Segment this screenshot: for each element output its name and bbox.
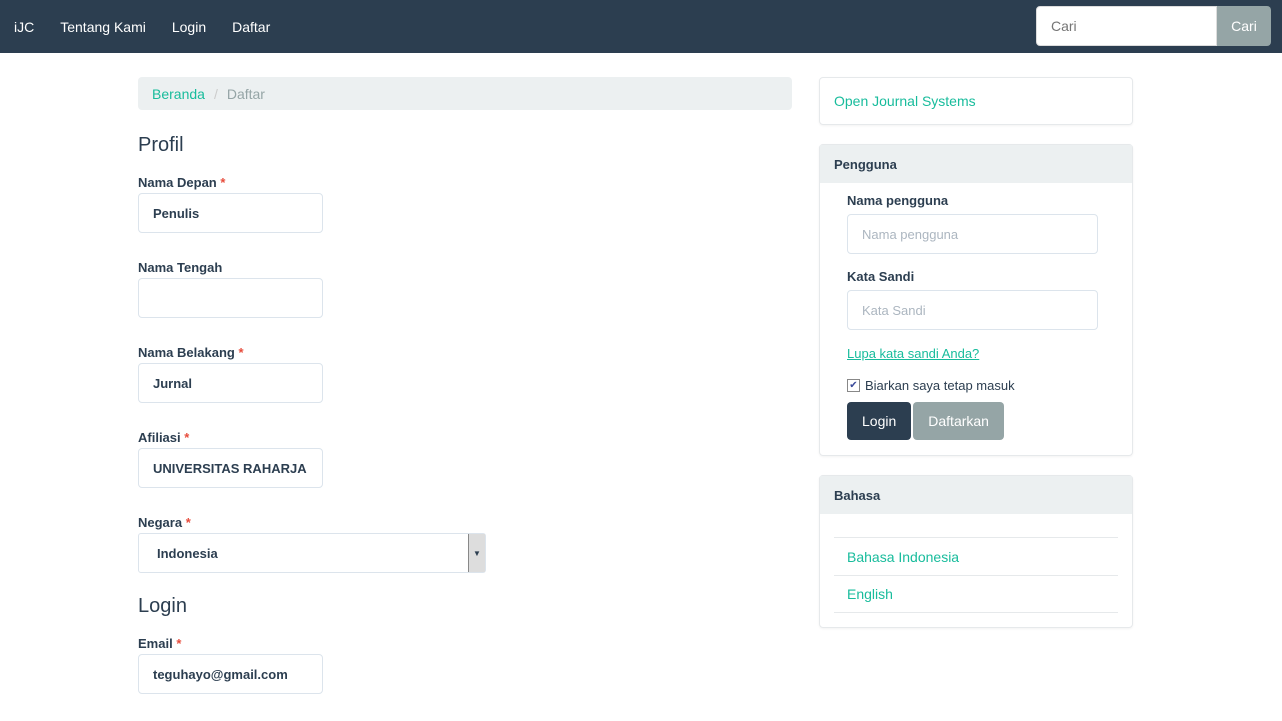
last-name-label: Nama Belakang * bbox=[138, 345, 244, 360]
middle-name-label: Nama Tengah bbox=[138, 260, 223, 275]
register-button[interactable]: Daftarkan bbox=[913, 402, 1004, 440]
affiliation-label: Afiliasi * bbox=[138, 430, 190, 445]
profile-heading: Profil bbox=[138, 134, 184, 156]
search-input[interactable] bbox=[1036, 6, 1217, 46]
breadcrumb: Beranda / Daftar bbox=[138, 77, 792, 110]
password-input[interactable]: Kata Sandi bbox=[847, 290, 1098, 330]
chevron-down-icon[interactable]: ▼ bbox=[468, 534, 485, 572]
search-form: Cari bbox=[1036, 6, 1271, 46]
remember-checkbox[interactable]: ✔ bbox=[847, 379, 860, 392]
email-input[interactable]: teguhayo@gmail.com bbox=[138, 654, 323, 694]
password-label: Kata Sandi bbox=[847, 269, 915, 284]
country-label: Negara * bbox=[138, 515, 191, 530]
brand-link[interactable]: iJC bbox=[14, 19, 34, 35]
language-indonesian[interactable]: Bahasa Indonesia bbox=[847, 549, 959, 565]
language-english[interactable]: English bbox=[847, 586, 893, 602]
main-content: Beranda / Daftar Profil Nama Depan * Penul… bbox=[138, 77, 792, 721]
middle-name-input[interactable] bbox=[138, 278, 323, 318]
top-navbar: iJC Tentang Kami Login Daftar Cari bbox=[0, 0, 1282, 53]
email-label: Email * bbox=[138, 636, 182, 651]
breadcrumb-separator: / bbox=[213, 85, 218, 102]
login-button[interactable]: Login bbox=[847, 402, 912, 440]
remember-label: Biarkan saya tetap masuk bbox=[865, 378, 1015, 393]
first-name-label: Nama Depan * bbox=[138, 175, 226, 190]
nav-register[interactable]: Daftar bbox=[232, 19, 270, 35]
ojs-link[interactable]: Open Journal Systems bbox=[834, 93, 976, 109]
login-heading: Login bbox=[138, 595, 187, 617]
last-name-input[interactable]: Jurnal bbox=[138, 363, 323, 403]
username-input[interactable]: Nama pengguna bbox=[847, 214, 1098, 254]
remember-row: ✔ Biarkan saya tetap masuk bbox=[847, 378, 1105, 393]
breadcrumb-current: Daftar bbox=[226, 85, 265, 102]
forgot-password-link[interactable]: Lupa kata sandi Anda? bbox=[847, 346, 979, 361]
affiliation-input[interactable]: UNIVERSITAS RAHARJA bbox=[138, 448, 323, 488]
language-panel: Bahasa Bahasa Indonesia English bbox=[819, 475, 1133, 628]
user-panel: Pengguna Nama pengguna Nama pengguna Kat… bbox=[819, 144, 1133, 456]
user-panel-title: Pengguna bbox=[820, 145, 1132, 183]
ojs-panel: Open Journal Systems bbox=[819, 77, 1133, 125]
breadcrumb-home[interactable]: Beranda bbox=[152, 86, 205, 102]
username-label: Nama pengguna bbox=[847, 193, 949, 208]
first-name-input[interactable]: Penulis bbox=[138, 193, 323, 233]
language-panel-title: Bahasa bbox=[820, 476, 1132, 514]
nav-login[interactable]: Login bbox=[172, 19, 206, 35]
search-button[interactable]: Cari bbox=[1217, 6, 1271, 46]
country-select[interactable]: Indonesia ▼ bbox=[138, 533, 486, 573]
nav-about[interactable]: Tentang Kami bbox=[60, 19, 146, 35]
